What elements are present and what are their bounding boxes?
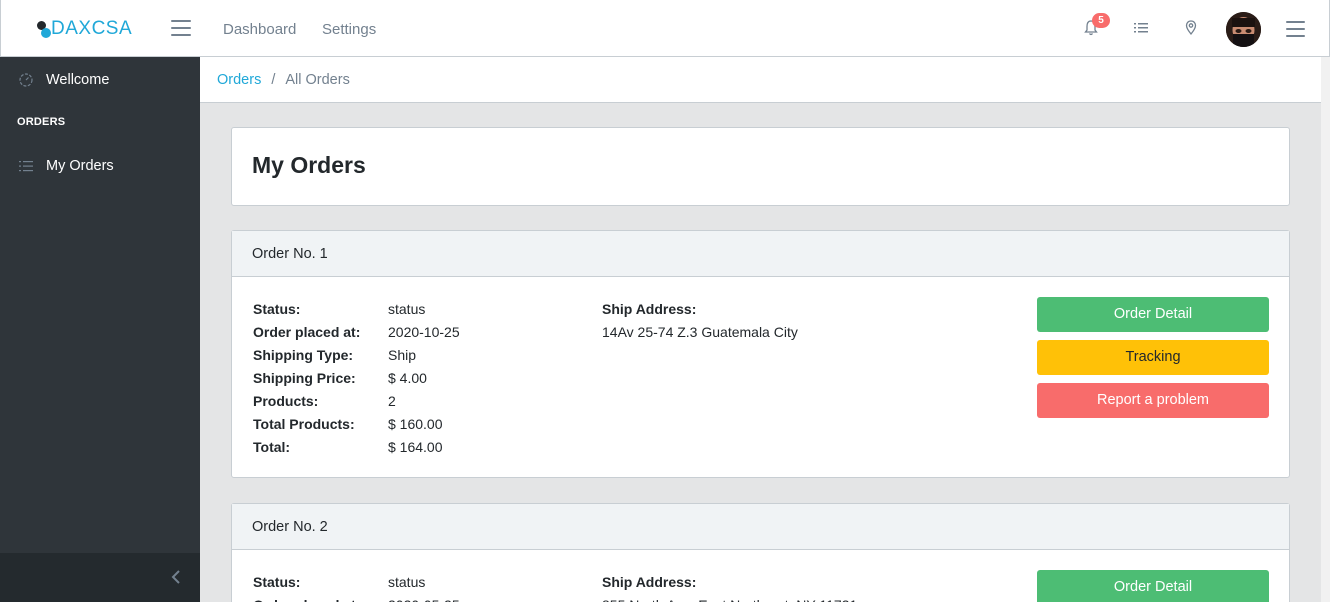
order-values: status 2020-05-25 <box>388 571 460 602</box>
chevron-left-icon <box>170 569 182 590</box>
total-products-label: Total Products: <box>253 416 355 432</box>
brand-name: DAXCSA <box>51 18 133 39</box>
sidebar-section-title: ORDERS <box>17 116 66 128</box>
placed-at-value: 2020-05-25 <box>388 594 460 602</box>
order-values: status 2020-10-25 Ship $ 4.00 2 $ 160.00… <box>388 298 460 459</box>
sidebar-item-label: Wellcome <box>46 72 110 88</box>
placed-at-label: Order placed at: <box>253 594 360 602</box>
shipping-type-value: Ship <box>388 347 417 363</box>
brand-logo[interactable]: DAXCSA <box>35 14 132 44</box>
shipping-type-label: Shipping Type: <box>253 347 354 363</box>
breadcrumb-current: All Orders <box>285 71 350 88</box>
avatar[interactable] <box>1226 12 1261 47</box>
main-scrollbar[interactable] <box>1321 57 1330 602</box>
order-labels: Status: Order placed at: Shipping Type: … <box>253 298 360 459</box>
menu-icon[interactable] <box>1286 21 1305 37</box>
ship-address-value: 14Av 25-74 Z.3 Guatemala City <box>602 324 798 340</box>
page-title-card: My Orders <box>231 127 1290 206</box>
order-labels: Status: Order placed at: <box>253 571 360 602</box>
breadcrumb: Orders / All Orders <box>200 57 1321 103</box>
speedometer-icon <box>18 72 34 88</box>
status-value: status <box>388 301 426 317</box>
products-label: Products: <box>253 393 319 409</box>
status-label: Status: <box>253 574 301 590</box>
app-header: DAXCSA Dashboard Settings 5 <box>0 0 1330 57</box>
ship-address: Ship Address: 855 North Ave. East Northp… <box>602 571 857 602</box>
shipping-price-label: Shipping Price: <box>253 370 356 386</box>
order-card: Order No. 1 Status: Order placed at: Shi… <box>231 230 1290 478</box>
total-products-value: $ 160.00 <box>388 416 443 432</box>
order-title: Order No. 1 <box>232 231 1289 277</box>
breadcrumb-separator: / <box>271 71 276 88</box>
report-problem-button[interactable]: Report a problem <box>1037 383 1269 418</box>
logo-icon <box>35 18 51 40</box>
total-value: $ 164.00 <box>388 439 443 455</box>
ship-address-value: 855 North Ave. East Northport, NY 11731 <box>602 594 857 602</box>
placed-at-value: 2020-10-25 <box>388 324 460 340</box>
sidebar: Wellcome ORDERS My Orders <box>0 57 200 602</box>
nav-dashboard-link[interactable]: Dashboard <box>223 21 296 38</box>
sidebar-item-label: My Orders <box>46 158 114 174</box>
ship-address-label: Ship Address: <box>602 574 697 590</box>
status-value: status <box>388 574 426 590</box>
notification-badge: 5 <box>1092 13 1110 28</box>
order-title: Order No. 2 <box>232 504 1289 550</box>
order-card: Order No. 2 Status: Order placed at: sta… <box>231 503 1290 602</box>
breadcrumb-orders-link[interactable]: Orders <box>217 72 261 88</box>
sidebar-minimizer-button[interactable] <box>0 553 200 602</box>
list-icon <box>18 158 34 174</box>
total-label: Total: <box>253 439 291 455</box>
sidebar-item-wellcome[interactable]: Wellcome <box>0 58 200 102</box>
status-label: Status: <box>253 301 301 317</box>
nav-settings-link[interactable]: Settings <box>322 21 376 38</box>
order-detail-button[interactable]: Order Detail <box>1037 570 1269 602</box>
list-icon[interactable] <box>1132 19 1152 39</box>
shipping-price-value: $ 4.00 <box>388 370 427 386</box>
page-title: My Orders <box>252 152 366 178</box>
ship-address: Ship Address: 14Av 25-74 Z.3 Guatemala C… <box>602 298 798 344</box>
order-detail-button[interactable]: Order Detail <box>1037 297 1269 332</box>
ship-address-label: Ship Address: <box>602 301 697 317</box>
placed-at-label: Order placed at: <box>253 324 361 340</box>
sidebar-toggle-button[interactable] <box>171 20 191 36</box>
location-pin-icon[interactable] <box>1182 19 1202 39</box>
tracking-button[interactable]: Tracking <box>1037 340 1269 375</box>
products-value: 2 <box>388 393 396 409</box>
sidebar-item-my-orders[interactable]: My Orders <box>0 144 200 188</box>
